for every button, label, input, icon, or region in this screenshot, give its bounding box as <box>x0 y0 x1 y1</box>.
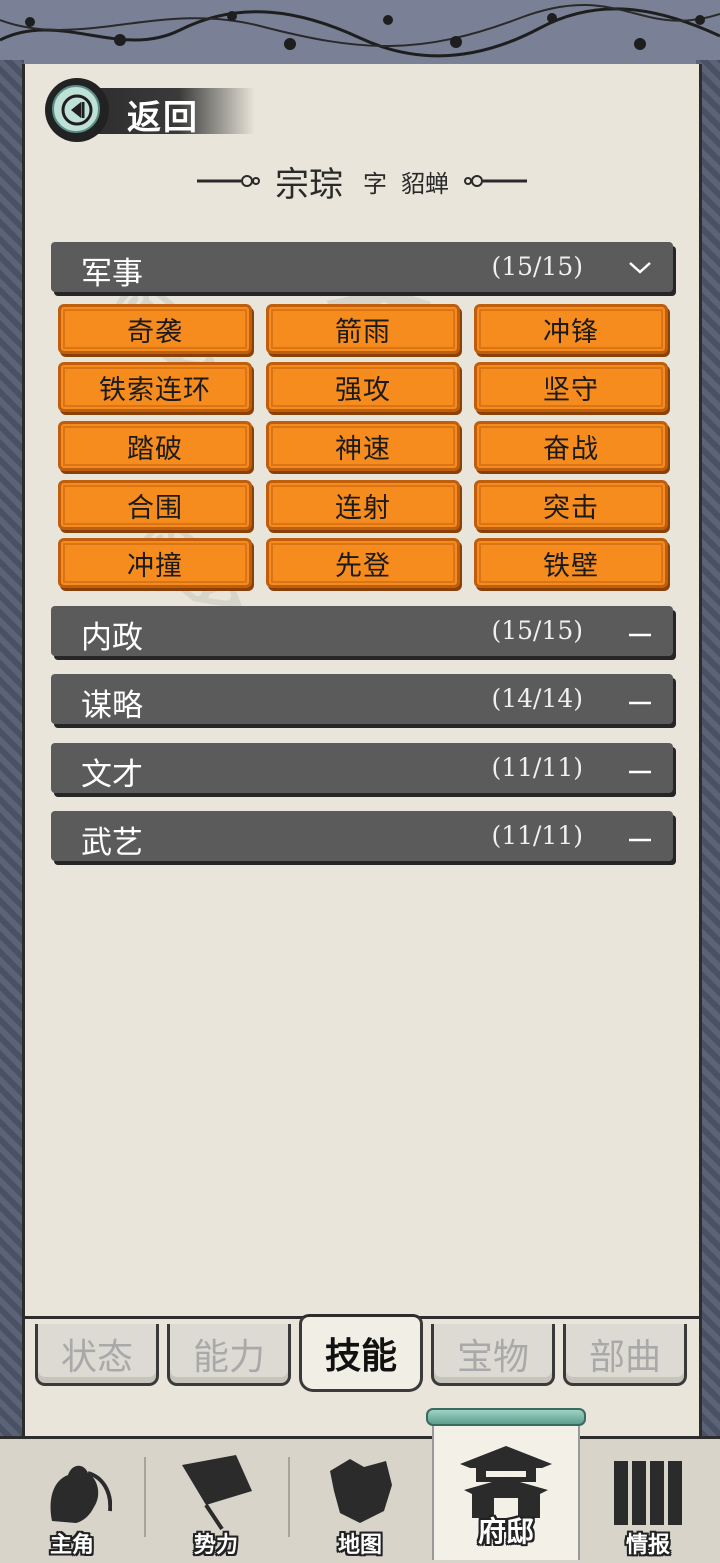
skill-button[interactable]: 连射 <box>266 480 460 530</box>
skill-button[interactable]: 踏破 <box>58 421 252 471</box>
minus-icon <box>629 838 651 842</box>
nav-label: 府邸 <box>477 1515 534 1548</box>
category-strategy[interactable]: 谋略 (14/14) <box>51 674 673 724</box>
skill-button[interactable]: 强攻 <box>266 362 460 412</box>
tab-treasure[interactable]: 宝物 <box>431 1324 555 1386</box>
skill-button[interactable]: 神速 <box>266 421 460 471</box>
back-arrow-icon <box>61 94 93 126</box>
nav-map[interactable]: 地图 <box>288 1439 432 1563</box>
skill-button[interactable]: 先登 <box>266 538 460 588</box>
category-count: (11/11) <box>491 821 583 850</box>
tab-skills[interactable]: 技能 <box>299 1314 423 1392</box>
tab-ability[interactable]: 能力 <box>167 1324 291 1386</box>
right-ornament-icon <box>464 175 527 187</box>
nav-intel[interactable]: 情报 <box>576 1439 720 1563</box>
left-border <box>0 60 24 1440</box>
skill-button[interactable]: 奋战 <box>474 421 668 471</box>
category-count: (15/15) <box>491 252 583 281</box>
category-name: 武艺 <box>81 825 143 861</box>
left-ornament-icon <box>197 175 260 187</box>
map-icon <box>330 1459 392 1523</box>
tab-troops[interactable]: 部曲 <box>563 1324 687 1386</box>
chevron-down-icon <box>629 262 651 274</box>
nav-hero[interactable]: 主角 <box>0 1439 144 1563</box>
category-count: (15/15) <box>491 616 583 645</box>
skill-button[interactable]: 合围 <box>58 480 252 530</box>
skill-button[interactable]: 奇袭 <box>58 304 252 354</box>
courtesy-name-label: 字 <box>363 169 387 198</box>
minus-icon <box>629 701 651 705</box>
nav-label: 地图 <box>337 1532 382 1558</box>
category-count: (11/11) <box>491 753 583 782</box>
skill-button[interactable]: 铁壁 <box>474 538 668 588</box>
skill-button[interactable]: 突击 <box>474 480 668 530</box>
category-civil-affairs[interactable]: 内政 (15/15) <box>51 606 673 656</box>
category-name: 内政 <box>81 620 143 656</box>
skill-button[interactable]: 冲撞 <box>58 538 252 588</box>
background-calligraphy: ✎ ✒ ✎ <box>94 169 697 1039</box>
character-skills-panel: ✎ ✒ ✎ 返回 宗琮 字 貂蝉 军事 (15/15) <box>22 64 702 1436</box>
category-name: 军事 <box>81 256 143 292</box>
back-label: 返回 <box>127 98 199 138</box>
minus-icon <box>629 770 651 774</box>
nav-label: 情报 <box>625 1532 670 1558</box>
nav-label: 势力 <box>193 1532 238 1558</box>
skill-button[interactable]: 铁索连环 <box>58 362 252 412</box>
bottom-navigation: 主角 势力 地图 情报 <box>0 1436 720 1563</box>
category-name: 谋略 <box>81 688 143 724</box>
nav-faction[interactable]: 势力 <box>144 1439 288 1563</box>
category-martial-arts[interactable]: 武艺 (11/11) <box>51 811 673 861</box>
tab-status[interactable]: 状态 <box>35 1324 159 1386</box>
category-count: (14/14) <box>491 684 583 713</box>
character-name: 宗琮 <box>275 164 343 205</box>
nav-label: 主角 <box>49 1532 94 1558</box>
skill-button[interactable]: 冲锋 <box>474 304 668 354</box>
minus-icon <box>629 633 651 637</box>
back-button[interactable]: 返回 <box>45 78 255 144</box>
scroll-bamboo-icon <box>614 1461 682 1525</box>
flag-icon <box>182 1455 252 1531</box>
hero-portrait-icon <box>50 1465 112 1523</box>
character-name-header: 宗琮 字 貂蝉 <box>25 156 699 206</box>
category-literary[interactable]: 文才 (11/11) <box>51 743 673 793</box>
courtesy-name: 貂蝉 <box>401 169 449 198</box>
active-tab-scroll-ornament <box>426 1408 586 1426</box>
top-decorative-border <box>0 0 720 68</box>
skill-button[interactable]: 坚守 <box>474 362 668 412</box>
category-military[interactable]: 军事 (15/15) <box>51 242 673 292</box>
skill-button[interactable]: 箭雨 <box>266 304 460 354</box>
nav-mansion[interactable]: 府邸 <box>432 1414 580 1560</box>
category-name: 文才 <box>81 757 143 793</box>
sub-tab-bar: 状态 能力 技能 宝物 部曲 <box>25 1314 699 1436</box>
